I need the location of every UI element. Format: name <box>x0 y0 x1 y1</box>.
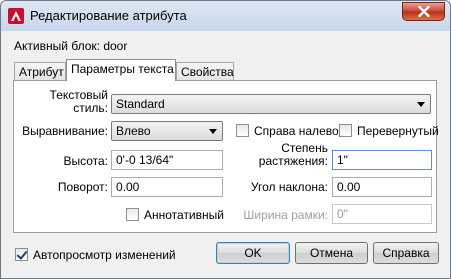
annotative-checkbox[interactable] <box>126 208 139 221</box>
autopreview-checkbox[interactable] <box>15 248 28 261</box>
justify-label: Выравнивание: <box>22 124 108 138</box>
dialog-body: Активный блок: door Атрибут Параметры те… <box>8 31 444 273</box>
annotative-label: Аннотативный <box>144 208 224 222</box>
ok-button[interactable]: OK <box>216 242 290 264</box>
text-style-value: Standard <box>116 97 165 111</box>
tab-text-options[interactable]: Параметры текста <box>66 59 176 81</box>
text-style-select[interactable]: Standard <box>111 94 431 114</box>
upside-down-label: Перевернутый <box>357 124 439 138</box>
autocad-logo-icon <box>8 8 24 24</box>
active-block-label: Активный блок: door <box>14 39 128 53</box>
width-factor-label: Степень растяжения: <box>258 141 328 168</box>
tab-properties[interactable]: Свойства <box>176 62 234 81</box>
rotation-label: Поворот: <box>57 180 108 194</box>
window-title: Редактирование атрибута <box>30 8 187 23</box>
height-label: Высота: <box>63 154 108 168</box>
help-button[interactable]: Справка <box>373 242 439 264</box>
backwards-checkbox[interactable] <box>236 124 249 137</box>
upside-down-checkbox[interactable] <box>339 124 352 137</box>
close-icon <box>417 6 430 17</box>
boundary-width-input: 0" <box>332 204 432 224</box>
justify-value: Влево <box>116 124 151 138</box>
width-factor-input[interactable]: 1" <box>332 150 432 170</box>
text-style-label: Текстовый стиль: <box>49 88 108 115</box>
close-button[interactable] <box>402 2 445 21</box>
rotation-input[interactable]: 0.00 <box>111 177 223 197</box>
text-options-panel: Текстовый стиль: Standard Выравнивание: … <box>13 80 439 233</box>
justify-select[interactable]: Влево <box>111 121 223 141</box>
oblique-angle-input[interactable]: 0.00 <box>332 177 432 197</box>
height-input[interactable]: 0'-0 13/64" <box>111 150 223 170</box>
cancel-button[interactable]: Отмена <box>295 242 368 264</box>
attribute-editor-dialog: Редактирование атрибута Активный блок: d… <box>0 0 451 279</box>
tab-attribute[interactable]: Атрибут <box>14 62 66 81</box>
chevron-down-icon <box>209 129 217 134</box>
autopreview-label: Автопросмотр изменений <box>33 248 176 262</box>
chevron-down-icon <box>417 102 425 107</box>
backwards-label: Справа налево <box>254 124 339 138</box>
boundary-width-label: Ширина рамки: <box>243 208 328 222</box>
title-bar[interactable]: Редактирование атрибута <box>1 1 450 31</box>
oblique-angle-label: Угол наклона: <box>250 180 328 194</box>
